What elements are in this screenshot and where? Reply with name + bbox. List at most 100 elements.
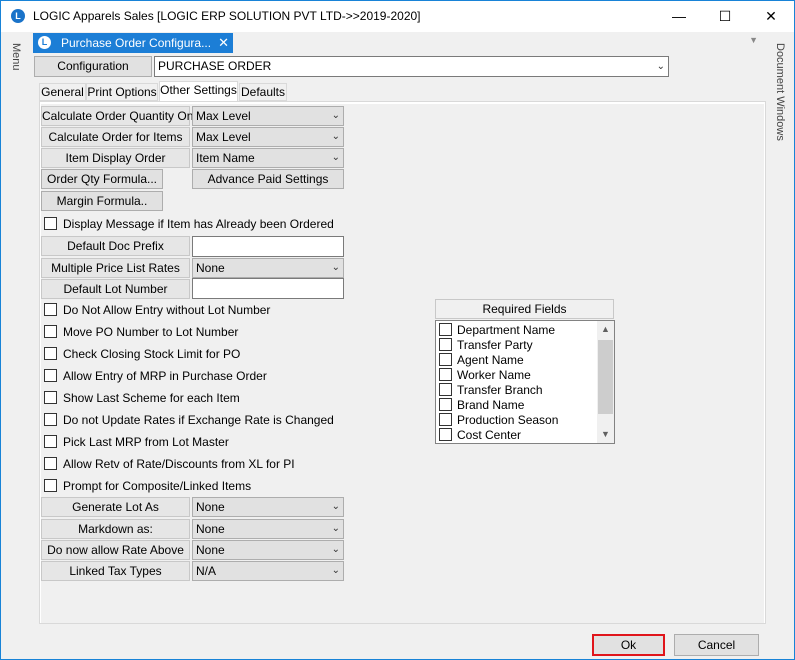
checkbox-box[interactable] bbox=[439, 353, 452, 366]
linked-tax-value: N/A bbox=[196, 564, 217, 578]
checkbox-show-last-scheme[interactable]: Show Last Scheme for each Item bbox=[44, 391, 240, 407]
advance-paid-settings-button[interactable]: Advance Paid Settings bbox=[192, 169, 344, 189]
checkbox-label: Show Last Scheme for each Item bbox=[63, 391, 240, 405]
checkbox-no-entry-without-lot[interactable]: Do Not Allow Entry without Lot Number bbox=[44, 303, 270, 319]
title-bar: L LOGIC Apparels Sales [LOGIC ERP SOLUTI… bbox=[1, 1, 794, 32]
linked-tax-label: Linked Tax Types bbox=[41, 561, 190, 581]
configuration-select[interactable]: PURCHASE ORDER ⌄ bbox=[154, 56, 669, 77]
checkbox-box[interactable] bbox=[44, 391, 57, 404]
lot-number-label: Default Lot Number bbox=[41, 279, 190, 299]
chevron-down-icon: ⌄ bbox=[331, 544, 340, 555]
menu-rail[interactable]: Menu bbox=[2, 33, 30, 659]
chevron-down-icon: ⌄ bbox=[656, 61, 665, 72]
checkbox-move-po-number[interactable]: Move PO Number to Lot Number bbox=[44, 325, 238, 341]
checkbox-box[interactable] bbox=[44, 369, 57, 382]
tab-defaults[interactable]: Defaults bbox=[239, 83, 287, 101]
doc-tab-label: Purchase Order Configura... bbox=[61, 36, 212, 50]
tab-dropdown-icon[interactable]: ▼ bbox=[749, 35, 758, 45]
scroll-up-icon[interactable]: ▲ bbox=[597, 321, 614, 338]
required-field-label: Brand Name bbox=[457, 398, 525, 412]
margin-formula-button[interactable]: Margin Formula.. bbox=[41, 191, 163, 211]
required-field-label: Transfer Branch bbox=[457, 383, 543, 397]
ok-button[interactable]: Ok bbox=[592, 634, 665, 656]
required-field-item[interactable]: Department Name bbox=[439, 323, 555, 338]
configuration-button[interactable]: Configuration bbox=[34, 56, 152, 77]
item-display-value: Item Name bbox=[196, 151, 255, 165]
item-display-label: Item Display Order bbox=[41, 148, 190, 168]
required-field-item[interactable]: Agent Name bbox=[439, 353, 524, 368]
checkbox-allow-retv-rate[interactable]: Allow Retv of Rate/Discounts from XL for… bbox=[44, 457, 295, 473]
chevron-down-icon: ⌄ bbox=[331, 110, 340, 121]
checkbox-box[interactable] bbox=[439, 368, 452, 381]
checkbox-box[interactable] bbox=[439, 413, 452, 426]
tab-print-options[interactable]: Print Options bbox=[86, 83, 158, 101]
cancel-button[interactable]: Cancel bbox=[674, 634, 759, 656]
menu-label[interactable]: Menu bbox=[10, 43, 22, 71]
checkbox-label: Move PO Number to Lot Number bbox=[63, 325, 239, 339]
checkbox-box[interactable] bbox=[439, 338, 452, 351]
checkbox-check-closing-stock[interactable]: Check Closing Stock Limit for PO bbox=[44, 347, 240, 363]
required-field-item[interactable]: Transfer Party bbox=[439, 338, 533, 353]
chevron-down-icon: ⌄ bbox=[331, 501, 340, 512]
close-window-button[interactable]: ✕ bbox=[748, 1, 794, 32]
generate-lot-value: None bbox=[196, 500, 225, 514]
markdown-select[interactable]: None ⌄ bbox=[192, 519, 344, 539]
checkbox-box[interactable] bbox=[44, 479, 57, 492]
checkbox-box[interactable] bbox=[44, 435, 57, 448]
checkbox-box[interactable] bbox=[44, 325, 57, 338]
doc-prefix-input[interactable] bbox=[192, 236, 344, 257]
lot-number-input[interactable] bbox=[192, 278, 344, 299]
checkbox-prompt-composite[interactable]: Prompt for Composite/Linked Items bbox=[44, 479, 251, 495]
required-field-item[interactable]: Cost Center bbox=[439, 428, 521, 443]
checkbox-label: Do Not Allow Entry without Lot Number bbox=[63, 303, 271, 317]
chevron-down-icon: ⌄ bbox=[331, 152, 340, 163]
checkbox-label: Pick Last MRP from Lot Master bbox=[63, 435, 229, 449]
required-field-item[interactable]: Production Season bbox=[439, 413, 558, 428]
required-fields-list[interactable]: Department Name Transfer Party Agent Nam… bbox=[435, 320, 615, 444]
rate-above-select[interactable]: None ⌄ bbox=[192, 540, 344, 560]
order-qty-formula-button[interactable]: Order Qty Formula... bbox=[41, 169, 163, 189]
linked-tax-select[interactable]: N/A ⌄ bbox=[192, 561, 344, 581]
price-list-select[interactable]: None ⌄ bbox=[192, 258, 344, 278]
minimize-button[interactable]: — bbox=[656, 1, 702, 32]
checkbox-box[interactable] bbox=[44, 347, 57, 360]
calc-qty-select[interactable]: Max Level ⌄ bbox=[192, 106, 344, 126]
maximize-button[interactable]: ☐ bbox=[702, 1, 748, 32]
checkbox-pick-last-mrp[interactable]: Pick Last MRP from Lot Master bbox=[44, 435, 229, 451]
display-message-checkbox[interactable]: Display Message if Item has Already been… bbox=[44, 217, 334, 233]
generate-lot-select[interactable]: None ⌄ bbox=[192, 497, 344, 517]
checkbox-label: Check Closing Stock Limit for PO bbox=[63, 347, 241, 361]
checkbox-box[interactable] bbox=[44, 303, 57, 316]
price-list-label: Multiple Price List Rates bbox=[41, 258, 190, 278]
doc-tab-purchase-order-config[interactable]: L Purchase Order Configura... ✕ bbox=[33, 33, 233, 53]
required-field-item[interactable]: Transfer Branch bbox=[439, 383, 543, 398]
tab-other-settings[interactable]: Other Settings bbox=[159, 81, 238, 102]
checkbox-no-update-rates[interactable]: Do not Update Rates if Exchange Rate is … bbox=[44, 413, 334, 429]
required-field-label: Agent Name bbox=[457, 353, 524, 367]
tab-general[interactable]: General bbox=[39, 83, 86, 101]
close-tab-icon[interactable]: ✕ bbox=[218, 33, 229, 53]
checkbox-box[interactable] bbox=[439, 428, 452, 441]
calc-qty-value: Max Level bbox=[196, 109, 251, 123]
scroll-thumb[interactable] bbox=[598, 340, 613, 414]
checkbox-box[interactable] bbox=[44, 413, 57, 426]
checkbox-box[interactable] bbox=[44, 217, 57, 230]
checkbox-allow-mrp-entry[interactable]: Allow Entry of MRP in Purchase Order bbox=[44, 369, 267, 385]
checkbox-label: Do not Update Rates if Exchange Rate is … bbox=[63, 413, 334, 427]
document-windows-label[interactable]: Document Windows bbox=[774, 43, 786, 141]
required-fields-scrollbar[interactable]: ▲ ▼ bbox=[597, 321, 614, 443]
required-field-label: Department Name bbox=[457, 323, 556, 337]
required-field-item[interactable]: Worker Name bbox=[439, 368, 531, 383]
rate-above-label: Do now allow Rate Above bbox=[41, 540, 190, 560]
checkbox-box[interactable] bbox=[44, 457, 57, 470]
calc-items-value: Max Level bbox=[196, 130, 251, 144]
required-field-item[interactable]: Brand Name bbox=[439, 398, 524, 413]
document-windows-rail[interactable]: Document Windows bbox=[769, 33, 794, 659]
scroll-down-icon[interactable]: ▼ bbox=[597, 426, 614, 443]
item-display-select[interactable]: Item Name ⌄ bbox=[192, 148, 344, 168]
checkbox-box[interactable] bbox=[439, 398, 452, 411]
checkbox-box[interactable] bbox=[439, 323, 452, 336]
checkbox-box[interactable] bbox=[439, 383, 452, 396]
calc-items-select[interactable]: Max Level ⌄ bbox=[192, 127, 344, 147]
document-tab-strip: L Purchase Order Configura... ✕ ▼ bbox=[31, 33, 768, 53]
